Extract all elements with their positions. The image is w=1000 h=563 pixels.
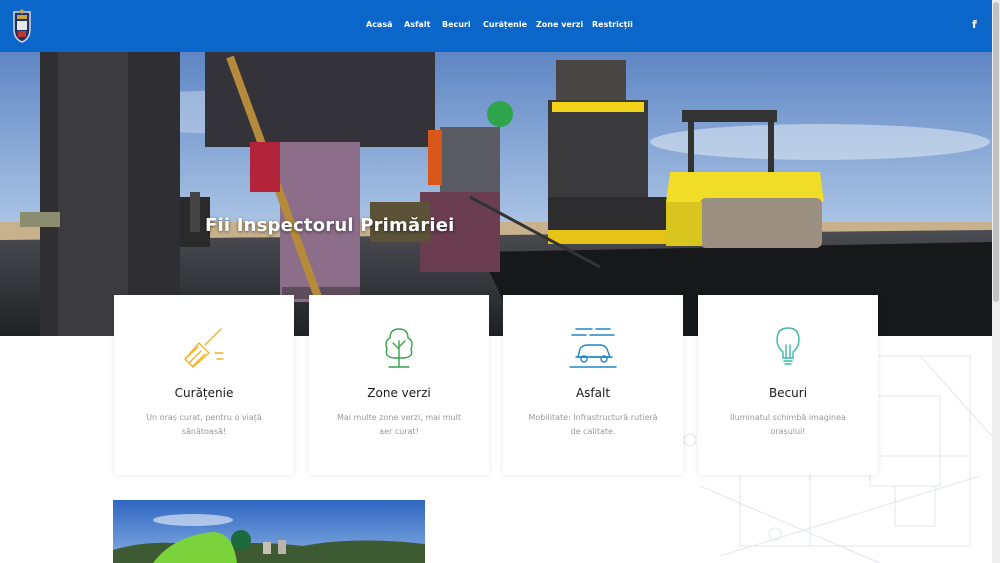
card-asfalt[interactable]: Asfalt Mobilitate: Infrastructură rutier… — [503, 295, 683, 475]
card-text: Un oraș curat, pentru o viață sănătoasă! — [146, 413, 262, 436]
tree-icon — [385, 328, 413, 368]
hero-banner: Fii Inspectorul Primăriei — [0, 52, 992, 336]
main-nav: Acasă Asfalt Becuri Curățenie Zone verzi… — [0, 0, 992, 52]
card-zone-verzi[interactable]: Zone verzi Mai multe zone verzi, mai mul… — [309, 295, 489, 475]
card-title: Becuri — [768, 386, 808, 400]
card-title: Curățenie — [174, 386, 234, 400]
nav-link-zone-verzi[interactable]: Zone verzi — [536, 20, 583, 29]
nav-link-asfalt[interactable]: Asfalt — [404, 20, 430, 29]
card-becuri[interactable]: Becuri Iluminatul schimbă imaginea orașu… — [698, 295, 878, 475]
card-title: Zone verzi — [367, 386, 431, 400]
car-icon — [569, 328, 617, 368]
lightbulb-icon — [776, 327, 800, 365]
road-works-photo — [0, 52, 992, 336]
card-text: Iluminatul schimbă imaginea orașului! — [730, 413, 846, 436]
nav-link-restrictii[interactable]: Restricții — [592, 20, 633, 29]
gardening-photo — [113, 500, 425, 563]
site-header: Acasă Asfalt Becuri Curățenie Zone verzi… — [0, 0, 992, 52]
scrollbar-thumb[interactable] — [993, 2, 999, 302]
broom-icon — [184, 328, 224, 368]
hero-title: Fii Inspectorul Primăriei — [205, 215, 455, 236]
card-curatenie[interactable]: Curățenie Un oraș curat, pentru o viață … — [114, 295, 294, 475]
nav-link-acasa[interactable]: Acasă — [366, 20, 393, 29]
page-scrollbar[interactable] — [992, 0, 1000, 563]
facebook-icon[interactable]: f — [972, 19, 980, 31]
card-text: Mai multe zone verzi, mai mult aer curat… — [336, 413, 462, 436]
card-title: Asfalt — [575, 386, 611, 400]
nav-link-curatenie[interactable]: Curățenie — [483, 20, 527, 29]
nav-link-becuri[interactable]: Becuri — [442, 20, 471, 29]
card-text: Mobilitate: Infrastructură rutieră de ca… — [528, 413, 658, 436]
